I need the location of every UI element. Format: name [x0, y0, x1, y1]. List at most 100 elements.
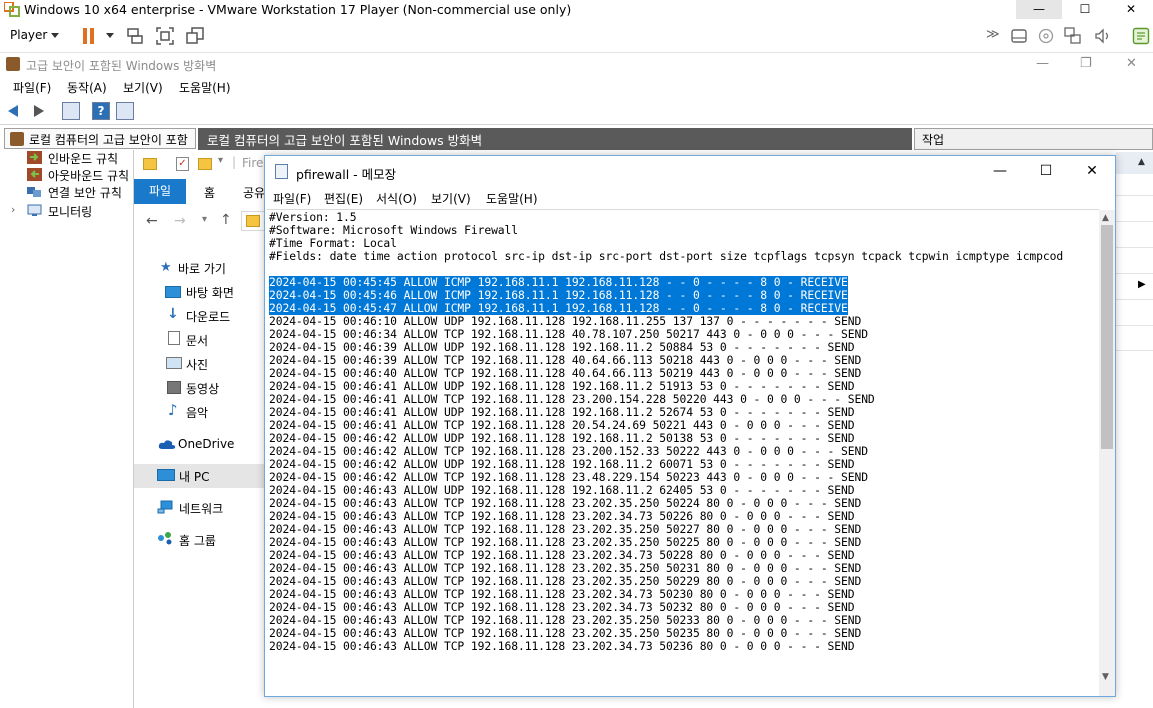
horizontal-scrollbar[interactable] — [267, 685, 1099, 696]
nav-homegroup[interactable]: 홈 그룹 — [179, 532, 216, 549]
close-icon[interactable]: ✕ — [1126, 56, 1137, 71]
hard-disk-icon[interactable] — [1010, 28, 1028, 44]
document-icon — [168, 331, 180, 345]
menu-file[interactable]: 파일(F) — [13, 79, 51, 96]
firewall-console-toolbar: ? — [0, 97, 1153, 125]
fullscreen-icon[interactable] — [156, 27, 174, 45]
vertical-scrollbar[interactable]: ▲ ▼ — [1099, 210, 1115, 686]
fast-forward-icon[interactable]: ≫ — [986, 27, 1000, 42]
new-folder-icon[interactable] — [198, 158, 212, 170]
actions-pane: ▲ ▶ — [1116, 150, 1153, 708]
divider: | — [232, 155, 237, 169]
vmware-close-button[interactable]: ✕ — [1108, 0, 1153, 19]
back-arrow-icon[interactable]: ← — [146, 213, 158, 229]
nav-pictures[interactable]: 사진 — [186, 356, 208, 373]
firewall-icon — [6, 57, 20, 71]
forward-arrow-icon[interactable]: → — [174, 213, 186, 229]
actions-subheader — [1116, 152, 1153, 174]
notepad-close-button[interactable]: ✕ — [1069, 156, 1115, 187]
scroll-down-arrow-icon[interactable]: ▼ — [1102, 672, 1109, 682]
video-icon — [167, 381, 181, 394]
divider — [1116, 247, 1153, 248]
tab-file[interactable]: 파일 — [134, 179, 186, 204]
notepad-maximize-button[interactable]: ☐ — [1023, 156, 1069, 187]
divider — [1116, 325, 1153, 326]
computer-icon — [157, 469, 175, 481]
notepad-title: pfirewall - 메모장 — [296, 167, 397, 182]
collapse-arrow-icon[interactable]: ▲ — [1138, 157, 1145, 167]
vmware-window-title: Windows 10 x64 enterprise - VMware Works… — [24, 2, 572, 17]
pause-icon[interactable] — [83, 28, 95, 44]
menu-help[interactable]: 도움말(H) — [486, 190, 538, 207]
folder-icon — [246, 215, 260, 227]
tree-item-monitoring[interactable]: 모니터링 — [48, 203, 92, 220]
sound-card-icon[interactable] — [1094, 28, 1112, 44]
firewall-console-menubar: 파일(F) 동작(A) 보기(V) 도움말(H) — [0, 75, 1153, 97]
nav-documents[interactable]: 문서 — [186, 332, 208, 349]
forward-arrow-icon[interactable] — [34, 105, 44, 117]
network-adapter-icon[interactable] — [1064, 27, 1082, 45]
nav-this-pc[interactable]: 내 PC — [179, 468, 209, 485]
notepad-menubar: 파일(F) 편집(E) 서식(O) 보기(V) 도움말(H) — [265, 187, 1115, 209]
nav-onedrive[interactable]: OneDrive — [178, 437, 234, 451]
divider — [1116, 221, 1153, 222]
scroll-up-arrow-icon[interactable]: ▲ — [1102, 213, 1109, 223]
nav-network[interactable]: 네트워크 — [179, 500, 223, 517]
tab-share[interactable]: 공유 — [243, 184, 265, 201]
star-icon: ★ — [160, 260, 172, 275]
menu-format[interactable]: 서식(O) — [376, 190, 417, 207]
center-pane-header: 로컬 컴퓨터의 고급 보안이 포함된 Windows 방화벽 — [198, 128, 912, 150]
monitoring-icon — [27, 204, 42, 216]
expand-chevron-icon[interactable]: › — [11, 203, 15, 216]
scrollbar-thumb[interactable] — [1101, 225, 1113, 449]
tree-item-inbound-rules[interactable]: 인바운드 규칙 — [48, 150, 118, 167]
player-menu-button[interactable]: Player — [10, 28, 47, 42]
download-arrow-icon: ↓ — [167, 306, 179, 322]
vmware-maximize-button[interactable]: ☐ — [1062, 0, 1108, 19]
firewall-icon — [10, 132, 24, 146]
cd-dvd-icon[interactable] — [1038, 28, 1054, 44]
up-arrow-icon[interactable]: ↑ — [220, 212, 232, 228]
log-entry-line: 2024-04-15 00:46:43 ALLOW TCP 192.168.11… — [269, 639, 855, 653]
tree-item-outbound-rules[interactable]: 아웃바운드 규칙 — [48, 167, 129, 184]
nav-videos[interactable]: 동영상 — [186, 380, 219, 397]
back-arrow-icon[interactable] — [8, 105, 18, 117]
unity-icon[interactable] — [186, 27, 204, 45]
menu-view[interactable]: 보기(V) — [123, 79, 163, 96]
tab-home[interactable]: 홈 — [204, 184, 215, 201]
properties-icon[interactable] — [116, 102, 134, 120]
vmware-minimize-button[interactable]: — — [1016, 0, 1062, 19]
chevron-down-icon — [51, 33, 59, 38]
menu-edit[interactable]: 편집(E) — [324, 190, 363, 207]
properties-check-icon[interactable]: ✓ — [176, 157, 189, 171]
menu-view[interactable]: 보기(V) — [431, 190, 471, 207]
help-icon[interactable]: ? — [92, 102, 110, 120]
notepad-icon — [275, 164, 288, 179]
nav-quick-access[interactable]: 바로 가기 — [178, 260, 226, 277]
menu-file[interactable]: 파일(F) — [273, 190, 311, 207]
restore-icon[interactable]: ❐ — [1080, 56, 1092, 71]
chevron-down-icon[interactable] — [106, 33, 114, 38]
nav-music[interactable]: 음악 — [186, 404, 208, 421]
minimize-icon[interactable]: — — [1036, 56, 1049, 71]
tree-item-connection-security[interactable]: 연결 보안 규칙 — [48, 184, 122, 201]
notepad-minimize-button[interactable]: — — [977, 156, 1023, 187]
menu-action[interactable]: 동작(A) — [67, 79, 107, 96]
size-grip[interactable] — [1099, 686, 1115, 696]
tree-root-item[interactable]: 로컬 컴퓨터의 고급 보안이 포함 — [4, 128, 196, 149]
explorer-title-fragment: Fire — [242, 156, 264, 170]
outbound-rules-icon — [27, 168, 42, 181]
submenu-arrow-icon[interactable]: ▶ — [1138, 279, 1146, 290]
notepad-titlebar: pfirewall - 메모장 — ☐ ✕ — [265, 156, 1115, 187]
notepad-text-area[interactable]: #Version: 1.5 #Software: Microsoft Window… — [267, 209, 1099, 685]
recent-locations-icon[interactable]: ▾ — [202, 214, 207, 225]
send-ctrl-alt-del-icon[interactable] — [126, 27, 144, 45]
show-hide-tree-icon[interactable] — [62, 102, 80, 120]
message-log-icon[interactable] — [1132, 27, 1150, 45]
nav-desktop[interactable]: 바탕 화면 — [186, 284, 234, 301]
menu-help[interactable]: 도움말(H) — [179, 79, 231, 96]
chevron-down-icon[interactable]: ▾ — [218, 155, 223, 166]
nav-downloads[interactable]: 다운로드 — [186, 308, 230, 325]
connection-security-icon — [27, 187, 41, 197]
homegroup-icon — [158, 532, 172, 545]
